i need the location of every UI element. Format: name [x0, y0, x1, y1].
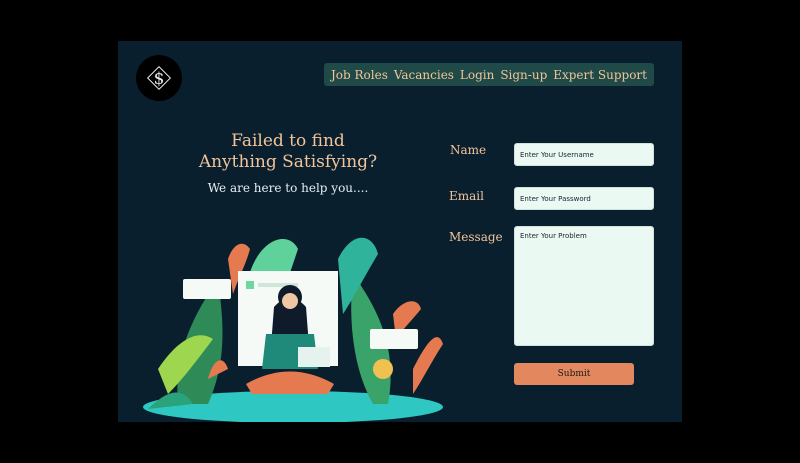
nav-sign-up[interactable]: Sign-up: [500, 68, 547, 82]
hero-title-line1: Failed to find: [231, 131, 345, 151]
site-logo[interactable]: $: [136, 55, 182, 101]
submit-button[interactable]: Submit: [514, 363, 634, 385]
contact-page: $ Job Roles Vacancies Login Sign-up Expe…: [118, 41, 682, 422]
name-label: Name: [450, 143, 487, 157]
dollar-logo-icon: $: [146, 65, 172, 91]
nav-vacancies[interactable]: Vacancies: [394, 68, 454, 82]
nav-expert-support[interactable]: Expert Support: [553, 68, 647, 82]
hero-subtitle: We are here to help you....: [207, 181, 369, 195]
message-textarea[interactable]: [514, 226, 654, 346]
main-nav: Job Roles Vacancies Login Sign-up Expert…: [324, 63, 654, 86]
hero-title: Failed to find Anything Satisfying?: [178, 131, 398, 173]
plants-illustration: [143, 237, 443, 422]
name-input[interactable]: [514, 143, 654, 166]
svg-text:$: $: [154, 69, 165, 89]
nav-job-roles[interactable]: Job Roles: [331, 68, 388, 82]
nav-login[interactable]: Login: [460, 68, 494, 82]
hero-title-line2: Anything Satisfying?: [198, 152, 378, 172]
email-label: Email: [449, 189, 484, 203]
message-label: Message: [449, 230, 503, 244]
email-input[interactable]: [514, 187, 654, 210]
